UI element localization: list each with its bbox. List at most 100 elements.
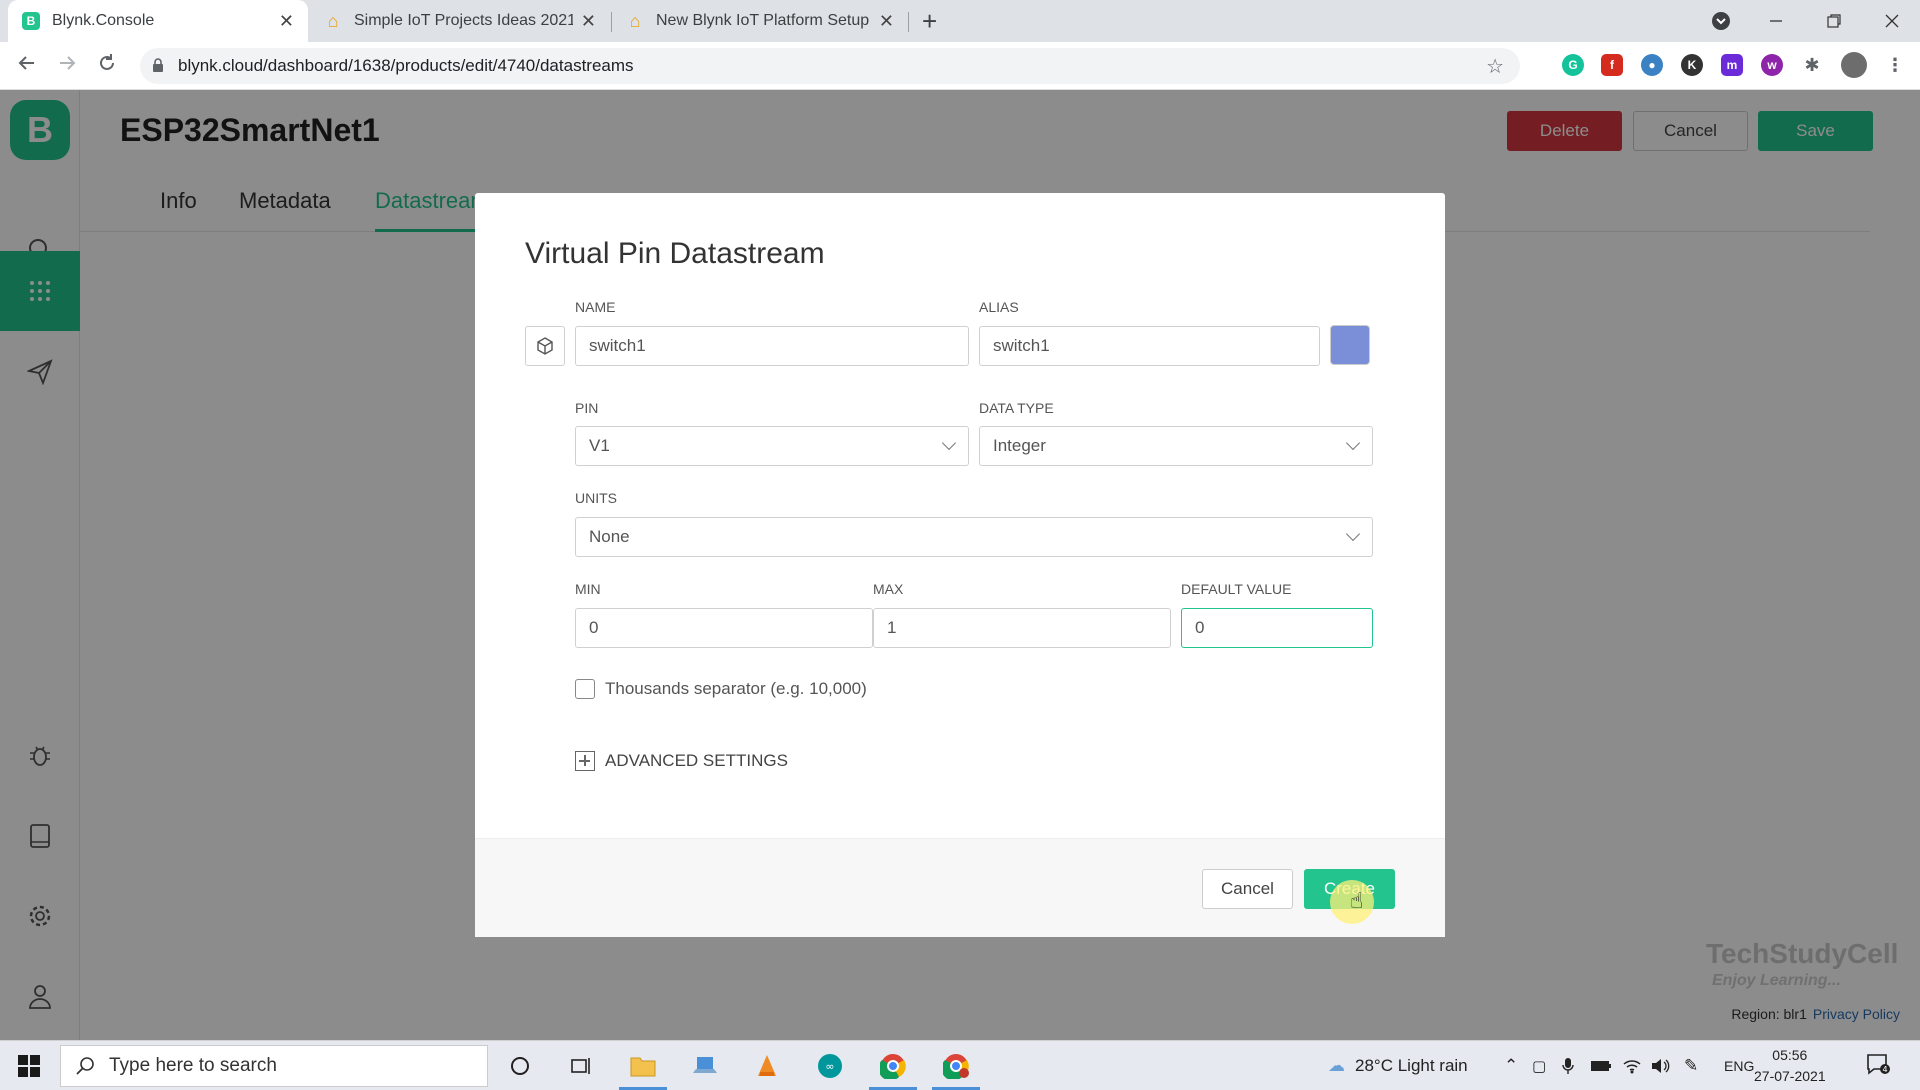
data-type-label: DATA TYPE bbox=[979, 400, 1054, 416]
dialog-cancel-button[interactable]: Cancel bbox=[1202, 869, 1293, 909]
tray-app-icon[interactable]: ▢ bbox=[1532, 1041, 1546, 1090]
thousands-separator-label: Thousands separator (e.g. 10,000) bbox=[605, 679, 867, 698]
name-label: NAME bbox=[575, 299, 616, 315]
browser-tab-blynk-console[interactable]: B Blynk.Console ✕ bbox=[8, 0, 308, 42]
cube-icon bbox=[537, 337, 553, 355]
max-input[interactable]: 1 bbox=[873, 608, 1171, 648]
back-arrow-icon[interactable] bbox=[16, 52, 38, 80]
taskbar-search-input[interactable]: Type here to search bbox=[60, 1045, 488, 1087]
pin-value: V1 bbox=[589, 436, 610, 455]
units-value: None bbox=[589, 527, 630, 546]
chrome-icon[interactable] bbox=[878, 1051, 908, 1081]
grammarly-extension-icon[interactable]: G bbox=[1562, 54, 1584, 76]
k-extension-icon[interactable]: K bbox=[1681, 54, 1703, 76]
chevron-down-icon bbox=[1345, 435, 1361, 451]
reload-icon[interactable] bbox=[96, 52, 118, 80]
default-value-label: DEFAULT VALUE bbox=[1181, 581, 1292, 597]
plus-square-icon bbox=[575, 751, 595, 771]
alias-input[interactable]: switch1 bbox=[979, 326, 1320, 366]
globe-extension-icon[interactable]: ● bbox=[1641, 54, 1663, 76]
close-tab-icon[interactable]: ✕ bbox=[879, 11, 894, 32]
data-type-value: Integer bbox=[993, 436, 1046, 455]
data-type-select[interactable]: Integer bbox=[979, 426, 1373, 466]
task-view-icon[interactable] bbox=[565, 1051, 595, 1081]
name-value: switch1 bbox=[589, 336, 646, 355]
max-value: 1 bbox=[887, 618, 897, 637]
clock-time: 05:56 bbox=[1772, 1047, 1808, 1063]
browser-address-bar: blynk.cloud/dashboard/1638/products/edit… bbox=[0, 42, 1920, 90]
w-extension-icon[interactable]: w bbox=[1761, 54, 1783, 76]
advanced-settings-label: ADVANCED SETTINGS bbox=[605, 751, 788, 770]
taskbar-search-placeholder: Type here to search bbox=[109, 1055, 277, 1076]
name-input[interactable]: switch1 bbox=[575, 326, 969, 366]
units-label: UNITS bbox=[575, 490, 617, 506]
min-label: MIN bbox=[575, 581, 601, 597]
close-window-icon[interactable] bbox=[1884, 0, 1900, 42]
file-explorer-icon[interactable] bbox=[628, 1051, 658, 1081]
notification-count: 4 bbox=[1882, 1065, 1887, 1074]
units-select[interactable]: None bbox=[575, 517, 1373, 557]
tab-title: New Blynk IoT Platform Setup for bbox=[656, 12, 871, 29]
datastream-icon-picker[interactable] bbox=[525, 326, 565, 366]
browser-tab-iot-projects[interactable]: ⌂ Simple IoT Projects Ideas 2021 - ✕ bbox=[310, 0, 610, 42]
alias-value: switch1 bbox=[993, 336, 1050, 355]
arduino-icon[interactable]: ∞ bbox=[815, 1051, 845, 1081]
bookmark-star-icon[interactable]: ☆ bbox=[1486, 54, 1504, 79]
virtual-pin-datastream-dialog: Virtual Pin Datastream NAME switch1 ALIA… bbox=[475, 193, 1445, 937]
profile-avatar[interactable] bbox=[1841, 52, 1867, 78]
url-bar[interactable]: blynk.cloud/dashboard/1638/products/edit… bbox=[140, 48, 1520, 84]
min-input[interactable]: 0 bbox=[575, 608, 873, 648]
alias-label: ALIAS bbox=[979, 299, 1019, 315]
restore-window-icon[interactable] bbox=[1826, 0, 1842, 42]
default-value: 0 bbox=[1195, 618, 1205, 637]
laptop-app-icon[interactable] bbox=[690, 1051, 720, 1081]
dialog-title: Virtual Pin Datastream bbox=[525, 237, 825, 270]
notification-center-icon[interactable]: 4 bbox=[1866, 1053, 1890, 1081]
forward-arrow-icon[interactable] bbox=[56, 52, 78, 80]
thousands-separator-checkbox[interactable] bbox=[575, 679, 595, 699]
weather-text: 28°C Light rain bbox=[1355, 1056, 1468, 1075]
taskbar-clock[interactable]: 05:56 27-07-2021 bbox=[1754, 1045, 1826, 1087]
vlc-icon[interactable] bbox=[752, 1051, 782, 1081]
chrome-profile-icon[interactable] bbox=[941, 1051, 971, 1081]
puzzle-extensions-icon[interactable]: ✱ bbox=[1801, 54, 1823, 76]
minimize-window-icon[interactable] bbox=[1768, 0, 1784, 42]
dialog-footer: Cancel Create bbox=[475, 838, 1445, 937]
weather-widget[interactable]: ☁ 28°C Light rain bbox=[1328, 1041, 1468, 1090]
cortana-icon[interactable] bbox=[505, 1051, 535, 1081]
flash-extension-icon[interactable]: f bbox=[1601, 54, 1623, 76]
chevron-down-icon bbox=[941, 435, 957, 451]
volume-icon[interactable] bbox=[1650, 1041, 1670, 1090]
search-icon bbox=[76, 1057, 94, 1075]
pin-label: PIN bbox=[575, 400, 599, 416]
chevron-down-icon bbox=[1345, 526, 1361, 542]
language-indicator[interactable]: ENG bbox=[1724, 1041, 1754, 1090]
pin-select[interactable]: V1 bbox=[575, 426, 969, 466]
browser-tab-blynk-setup[interactable]: ⌂ New Blynk IoT Platform Setup for ✕ bbox=[612, 0, 908, 42]
tab-search-icon[interactable] bbox=[1711, 0, 1731, 42]
house-favicon-icon: ⌂ bbox=[629, 10, 641, 31]
tab-separator bbox=[908, 12, 909, 32]
advanced-settings-toggle[interactable]: ADVANCED SETTINGS bbox=[575, 751, 788, 771]
rain-cloud-icon: ☁ bbox=[1328, 1056, 1345, 1075]
clock-date: 27-07-2021 bbox=[1754, 1068, 1826, 1084]
show-hidden-icons-icon[interactable]: ⌃ bbox=[1504, 1041, 1518, 1090]
pen-icon[interactable]: ✎ bbox=[1684, 1041, 1698, 1090]
browser-tab-bar: B Blynk.Console ✕ ⌂ Simple IoT Projects … bbox=[0, 0, 1920, 42]
lock-icon bbox=[152, 57, 164, 75]
wifi-icon[interactable] bbox=[1622, 1041, 1642, 1090]
close-tab-icon[interactable]: ✕ bbox=[581, 11, 596, 32]
m-extension-icon[interactable]: m bbox=[1721, 54, 1743, 76]
browser-menu-icon[interactable]: ⋮ bbox=[1884, 54, 1906, 76]
microphone-icon[interactable] bbox=[1562, 1041, 1574, 1090]
windows-start-icon[interactable] bbox=[18, 1055, 40, 1082]
min-value: 0 bbox=[589, 618, 599, 637]
url-text: blynk.cloud/dashboard/1638/products/edit… bbox=[178, 56, 634, 75]
default-value-input[interactable]: 0 bbox=[1181, 608, 1373, 648]
windows-taskbar: Type here to search ∞ ☁ 28°C Light rain … bbox=[0, 1040, 1920, 1090]
hand-cursor-icon: ☝ bbox=[1350, 888, 1364, 913]
color-picker-swatch[interactable] bbox=[1330, 325, 1370, 365]
close-tab-icon[interactable]: ✕ bbox=[279, 11, 294, 32]
battery-icon[interactable] bbox=[1590, 1041, 1612, 1090]
new-tab-button[interactable]: + bbox=[922, 6, 937, 37]
